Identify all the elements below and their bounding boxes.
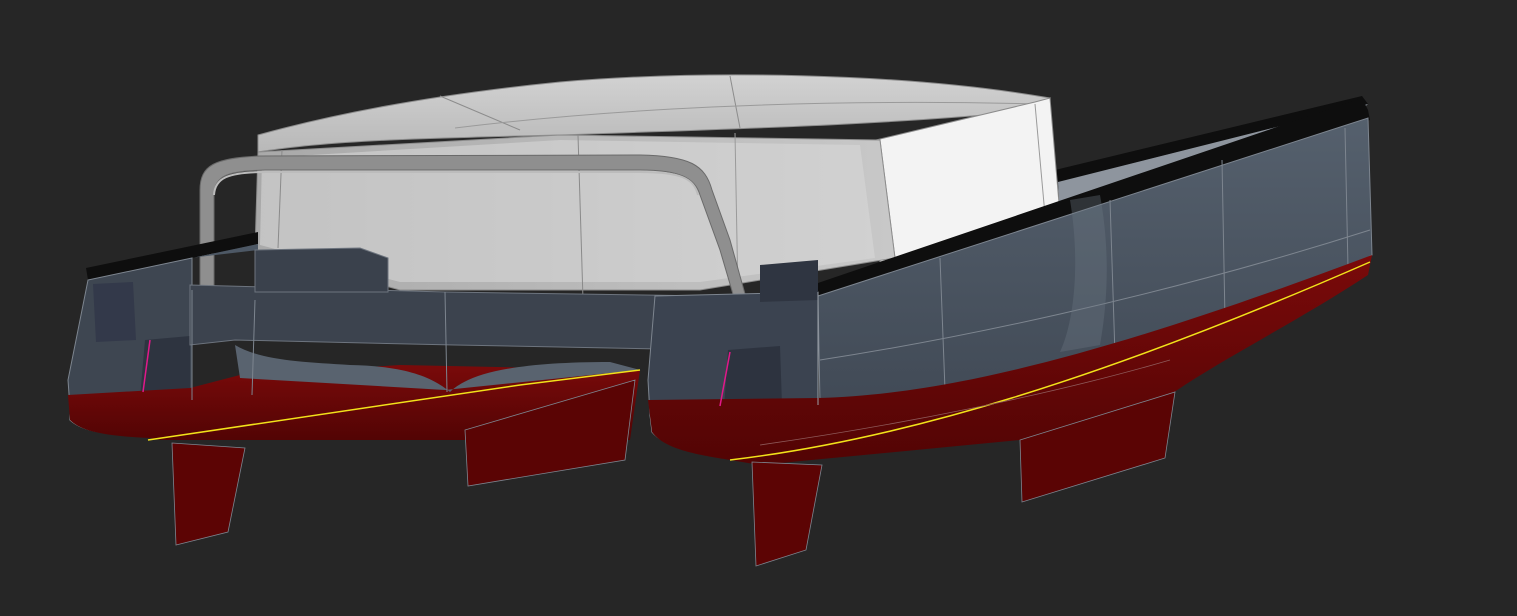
port-step [93,282,136,342]
3d-viewport[interactable] [0,0,1517,616]
catamaran-hull-model[interactable] [0,0,1517,616]
port-nacelle [254,247,389,293]
starboard-step [760,260,818,302]
bridgedeck-underside [189,284,711,351]
starboard-rudder [751,461,823,567]
port-rudder [171,442,246,546]
